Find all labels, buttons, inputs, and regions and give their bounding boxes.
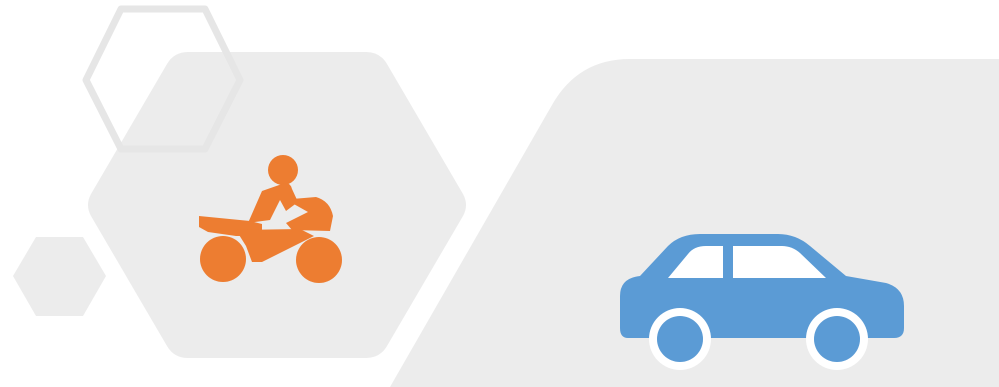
front-wheel xyxy=(296,237,342,283)
rear-wheel xyxy=(200,236,246,282)
car-rear-wheel xyxy=(814,316,860,362)
vehicle-illustration xyxy=(0,0,999,387)
rider-head xyxy=(268,155,298,185)
car-front-wheel xyxy=(657,316,703,362)
